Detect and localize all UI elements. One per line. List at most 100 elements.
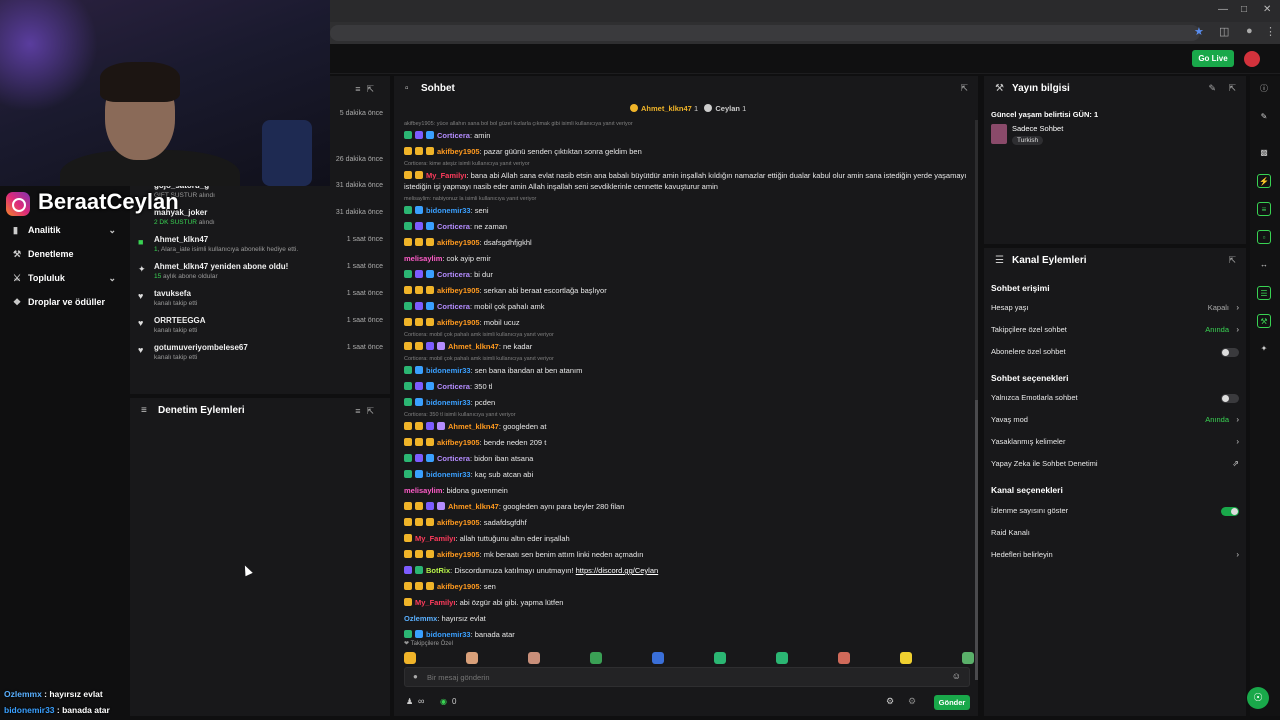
- popout-icon[interactable]: ⇱: [1228, 83, 1236, 94]
- banned-words-setting[interactable]: Yasaklanmış kelimeler ›: [991, 434, 1239, 450]
- badge-icon: [415, 502, 423, 510]
- extensions-icon[interactable]: ◫: [1219, 25, 1229, 38]
- chat-icon[interactable]: ▫: [1257, 230, 1271, 244]
- video-icon[interactable]: ▩: [1257, 146, 1271, 160]
- account-age-setting[interactable]: Hesap yaşı Kapalı ›: [991, 300, 1239, 316]
- emote-icon[interactable]: [962, 652, 974, 664]
- ai-moderation-setting[interactable]: Yapay Zeka ile Sohbet Denetimi ⇗: [991, 456, 1239, 472]
- avatar[interactable]: [1244, 51, 1260, 67]
- emote-icon[interactable]: [776, 652, 788, 664]
- chat-username[interactable]: akifbey1905: [437, 550, 480, 559]
- filter-icon[interactable]: ≡: [355, 84, 366, 94]
- chat-username[interactable]: akifbey1905: [437, 438, 480, 447]
- chat-username[interactable]: My_Familyı: [415, 598, 455, 607]
- gear-icon[interactable]: ⚙: [908, 696, 916, 707]
- send-button[interactable]: Gönder: [934, 695, 970, 710]
- chat-scrollbar[interactable]: [975, 120, 978, 680]
- chat-username[interactable]: Corticera: [437, 302, 470, 311]
- emote-only-toggle[interactable]: [1221, 394, 1239, 403]
- sliders-icon[interactable]: ☰: [1257, 286, 1271, 300]
- chat-username[interactable]: akifbey1905: [437, 518, 480, 527]
- slow-mode-setting[interactable]: Yavaş mod Anında ›: [991, 412, 1239, 428]
- code-icon[interactable]: ↔: [1257, 258, 1271, 272]
- chat-message: My_Familyı: allah tuttuğunu altın eder i…: [394, 531, 972, 547]
- targets-setting[interactable]: Hedefleri belirleyin ›: [991, 547, 1239, 563]
- activity-icon[interactable]: ⚡: [1257, 174, 1271, 188]
- emote-icon[interactable]: [528, 652, 540, 664]
- nav-item-moderation[interactable]: ⚒ Denetleme: [0, 242, 128, 266]
- chat-username[interactable]: Corticera: [437, 131, 470, 140]
- puzzle-icon[interactable]: ✦: [1257, 342, 1271, 356]
- chat-username[interactable]: bidonemir33: [426, 630, 471, 639]
- chat-username[interactable]: akifbey1905: [437, 318, 480, 327]
- chat-footer: ♟ ∞ ◉ 0 ⚙ ⚙ Gönder: [404, 695, 970, 711]
- chat-input[interactable]: ● ☺: [404, 667, 970, 687]
- popout-icon[interactable]: ⇱: [366, 406, 380, 416]
- emote-icon[interactable]: ●: [413, 672, 418, 681]
- chat-username[interactable]: akifbey1905: [437, 286, 480, 295]
- help-chat-icon[interactable]: ☉: [1247, 687, 1269, 709]
- chat-username[interactable]: bidonemir33: [426, 206, 471, 215]
- wrench-icon[interactable]: ⚒: [1257, 314, 1271, 328]
- chat-username[interactable]: Ahmet_klkn47: [448, 342, 499, 351]
- chat-username[interactable]: BotRix: [426, 566, 450, 575]
- nav-item-analytics[interactable]: ▮ Analitik ⌄: [0, 218, 128, 242]
- chat-username[interactable]: Corticera: [437, 454, 470, 463]
- chat-username[interactable]: Corticera: [437, 382, 470, 391]
- chat-username[interactable]: akifbey1905: [437, 147, 480, 156]
- chat-username[interactable]: akifbey1905: [437, 238, 480, 247]
- emote-icon[interactable]: [838, 652, 850, 664]
- chat-link[interactable]: https://discord.gg/Ceylan: [576, 566, 659, 575]
- emote-icon[interactable]: [714, 652, 726, 664]
- chat-username[interactable]: melisaylim: [404, 254, 442, 263]
- popout-icon[interactable]: ⇱: [366, 84, 380, 94]
- pencil-icon[interactable]: ✎: [1257, 110, 1271, 124]
- edit-icon[interactable]: ✎: [1208, 83, 1216, 94]
- chat-username[interactable]: bidonemir33: [426, 470, 471, 479]
- popout-icon[interactable]: ⇱: [1228, 255, 1236, 266]
- emote-icon[interactable]: [590, 652, 602, 664]
- list-icon[interactable]: ≡: [1257, 202, 1271, 216]
- nav-item-community[interactable]: ⚔ Topluluk ⌄: [0, 266, 128, 290]
- settings-icon[interactable]: ⚙: [886, 696, 894, 707]
- chat-username[interactable]: Corticera: [437, 270, 470, 279]
- popout-icon[interactable]: ⇱: [960, 83, 968, 94]
- nav-item-drops[interactable]: ❖ Droplar ve ödüller: [0, 290, 128, 314]
- chat-username[interactable]: Ozlemmx: [404, 614, 437, 623]
- emote-icon[interactable]: [652, 652, 664, 664]
- chat-message: Corticera: ne zaman: [394, 219, 972, 235]
- chat-message-input[interactable]: [427, 670, 947, 684]
- top-user-name[interactable]: Ahmet_klkn47: [641, 104, 692, 113]
- chat-username[interactable]: Ahmet_klkn47: [448, 422, 499, 431]
- chat-username[interactable]: Corticera: [437, 222, 470, 231]
- emote-icon[interactable]: [900, 652, 912, 664]
- bookmark-star-icon[interactable]: ★: [1194, 25, 1204, 38]
- close-icon[interactable]: ✕: [1263, 4, 1271, 15]
- chat-username[interactable]: My_Familyı: [426, 171, 466, 180]
- filter-icon[interactable]: ≡: [355, 406, 366, 416]
- chat-username[interactable]: bidonemir33: [426, 366, 471, 375]
- emote-icon[interactable]: [466, 652, 478, 664]
- info-icon[interactable]: ⓘ: [1257, 82, 1271, 96]
- chat-username[interactable]: akifbey1905: [437, 582, 480, 591]
- emote-icon[interactable]: [404, 652, 416, 664]
- address-bar[interactable]: [330, 25, 1200, 41]
- chat-username[interactable]: melisaylim: [404, 486, 442, 495]
- maximize-icon[interactable]: □: [1241, 4, 1247, 15]
- top-user-name[interactable]: Ceylan: [715, 104, 740, 113]
- go-live-button[interactable]: Go Live: [1192, 50, 1234, 67]
- stream-category[interactable]: Sadece Sohbet: [1012, 124, 1063, 133]
- followers-only-setting[interactable]: Takipçilere özel sohbet Anında ›: [991, 322, 1239, 338]
- raid-channel-setting[interactable]: Raid Kanalı: [991, 525, 1239, 541]
- panel-header-icons: ≡⇱: [355, 406, 380, 417]
- browser-menu-icon[interactable]: ⋮: [1265, 25, 1276, 38]
- viewer-count-toggle[interactable]: [1221, 507, 1239, 516]
- chat-username[interactable]: My_Familyı: [415, 534, 455, 543]
- subs-only-toggle[interactable]: [1221, 348, 1239, 357]
- smiley-icon[interactable]: ☺: [952, 671, 961, 681]
- chat-username[interactable]: Ahmet_klkn47: [448, 502, 499, 511]
- minimize-icon[interactable]: —: [1218, 4, 1228, 15]
- stream-tag: Turkish: [1012, 136, 1044, 145]
- profile-icon[interactable]: ●: [1246, 25, 1253, 37]
- chat-username[interactable]: bidonemir33: [426, 398, 471, 407]
